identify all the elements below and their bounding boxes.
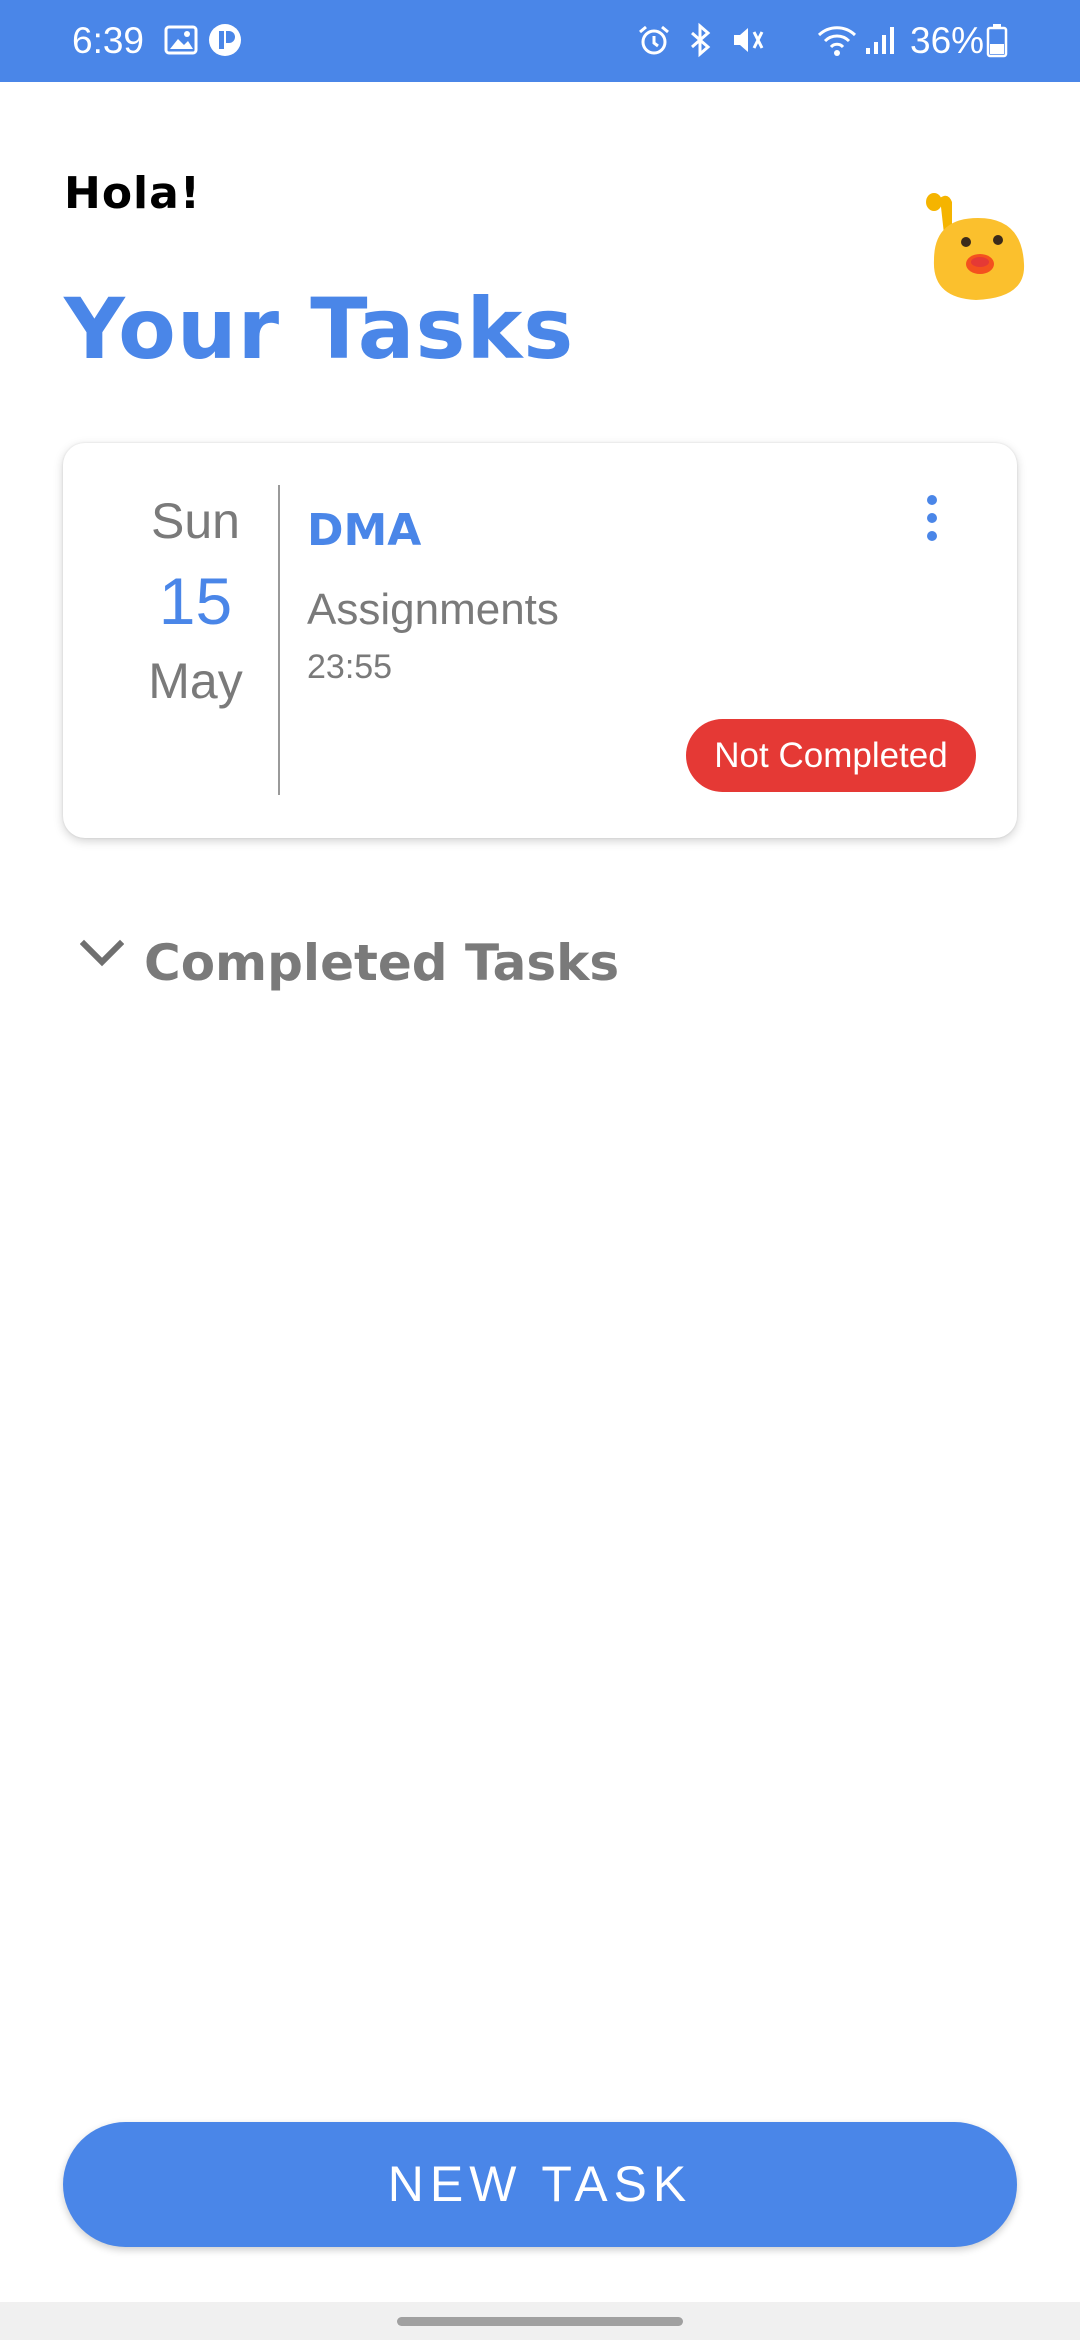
signal-icon xyxy=(866,27,894,54)
app-notification-icon xyxy=(209,24,241,56)
more-options-icon[interactable] xyxy=(916,493,946,543)
task-day-number: 15 xyxy=(158,564,233,638)
completed-tasks-label: Completed Tasks xyxy=(144,934,620,992)
battery-percentage: 36% xyxy=(910,20,985,61)
task-month: May xyxy=(148,653,243,709)
completed-tasks-toggle[interactable]: Completed Tasks xyxy=(80,930,780,1000)
mute-vibrate-icon xyxy=(734,28,764,52)
waving-blob-emoji-icon xyxy=(926,193,1025,300)
greeting-text: Hola! xyxy=(64,168,201,219)
task-card[interactable]: Sun 15 May DMA Assignments 23:55 Not Com… xyxy=(63,443,1017,838)
navigation-bar xyxy=(0,2302,1080,2340)
task-day-of-week: Sun xyxy=(151,493,240,549)
wifi-icon xyxy=(817,26,857,56)
status-badge[interactable]: Not Completed xyxy=(686,719,976,792)
task-time: 23:55 xyxy=(307,648,393,686)
task-category: Assignments xyxy=(307,585,559,634)
bluetooth-icon xyxy=(691,22,711,58)
task-date: Sun 15 May xyxy=(133,483,258,719)
card-divider xyxy=(278,485,280,795)
chevron-down-icon xyxy=(80,939,124,967)
new-task-button[interactable]: NEW TASK xyxy=(63,2122,1017,2247)
alarm-icon xyxy=(639,25,669,55)
home-gesture-handle[interactable] xyxy=(397,2317,683,2326)
battery-icon xyxy=(986,24,1008,58)
gallery-icon xyxy=(164,25,198,55)
page-title: Your Tasks xyxy=(64,280,575,378)
status-time: 6:39 xyxy=(72,20,145,61)
task-name: DMA xyxy=(307,505,422,556)
status-bar: 6:39 36% xyxy=(0,0,1080,82)
